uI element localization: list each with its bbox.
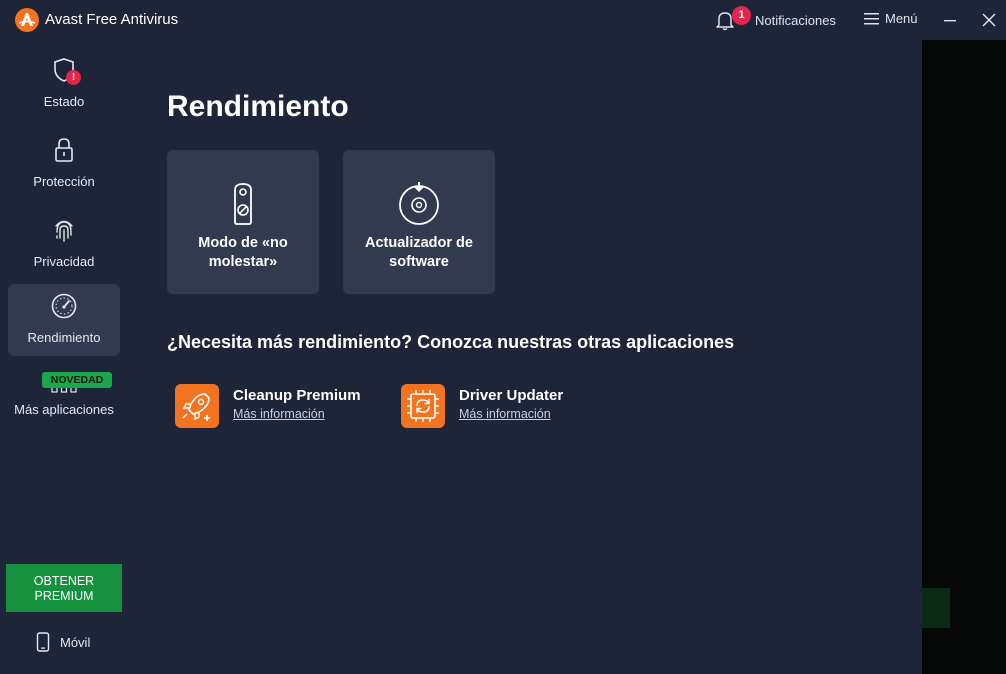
notifications-label: Notificaciones: [755, 12, 836, 28]
app-window: Avast Free Antivirus 1 Notificaciones Me…: [0, 0, 1006, 674]
driver-updater-app-icon[interactable]: [401, 384, 445, 428]
card-label: Actualizador de software: [365, 235, 473, 270]
sidebar-item-label: Móvil: [60, 634, 91, 650]
sidebar-item-label: Protección: [33, 174, 95, 189]
sidebar-item-privacidad[interactable]: Privacidad: [8, 208, 120, 280]
more-info-link[interactable]: Más información: [459, 407, 551, 421]
bell-icon: 1: [714, 6, 751, 31]
sidebar-item-proteccion[interactable]: Protección: [8, 128, 120, 200]
new-badge: NOVEDAD: [42, 372, 112, 388]
sidebar-item-label: Privacidad: [33, 254, 95, 269]
notification-count-badge: 1: [732, 6, 751, 25]
sidebar-item-mobile[interactable]: Móvil: [36, 632, 90, 652]
sidebar-item-rendimiento[interactable]: Rendimiento: [8, 284, 120, 356]
cleanup-premium-app-icon[interactable]: [175, 384, 219, 428]
sidebar-item-label: Rendimiento: [27, 330, 101, 345]
minimize-icon: [944, 20, 956, 22]
app-name: Cleanup Premium: [233, 387, 361, 404]
fingerprint-icon: [55, 220, 73, 242]
get-premium-button[interactable]: OBTENER PREMIUM: [6, 564, 122, 612]
software-updater-card[interactable]: Actualizador de software: [343, 150, 495, 294]
lock-icon: [55, 138, 73, 162]
close-icon: [982, 13, 996, 27]
section-title: ¿Necesita más rendimiento? Conozca nuest…: [167, 332, 735, 352]
menu-label: Menú: [885, 11, 918, 26]
notifications-button[interactable]: 1 Notificaciones: [714, 6, 836, 32]
app-name: Driver Updater: [459, 387, 564, 404]
speedometer-icon: [51, 293, 77, 319]
background-window-fragment: [922, 588, 950, 628]
sidebar-item-label: Estado: [43, 94, 85, 109]
status-alert-badge: !: [66, 70, 81, 85]
page-title: Rendimiento: [167, 90, 349, 123]
more-info-link[interactable]: Más información: [233, 407, 325, 421]
hamburger-icon: [864, 12, 879, 24]
door-hanger-icon: [234, 183, 252, 225]
chip-refresh-icon: [407, 390, 439, 422]
do-not-disturb-card[interactable]: Modo de «no molestar»: [167, 150, 319, 294]
close-button[interactable]: [978, 9, 1000, 31]
mobile-phone-icon: [36, 632, 50, 652]
app-title: Avast Free Antivirus: [45, 11, 179, 28]
disc-update-icon: [399, 182, 439, 225]
minimize-button[interactable]: [939, 9, 961, 31]
sidebar-item-estado[interactable]: Estado: [8, 48, 120, 120]
card-label: Modo de «no molestar»: [198, 235, 288, 270]
background-desktop-area: [922, 40, 1006, 674]
title-bar: Avast Free Antivirus 1 Notificaciones Me…: [0, 0, 1006, 40]
sidebar-item-label: Más aplicaciones: [14, 402, 114, 417]
rocket-icon: [182, 393, 210, 421]
avast-logo-icon: [15, 8, 39, 32]
menu-button[interactable]: Menú: [864, 11, 918, 26]
